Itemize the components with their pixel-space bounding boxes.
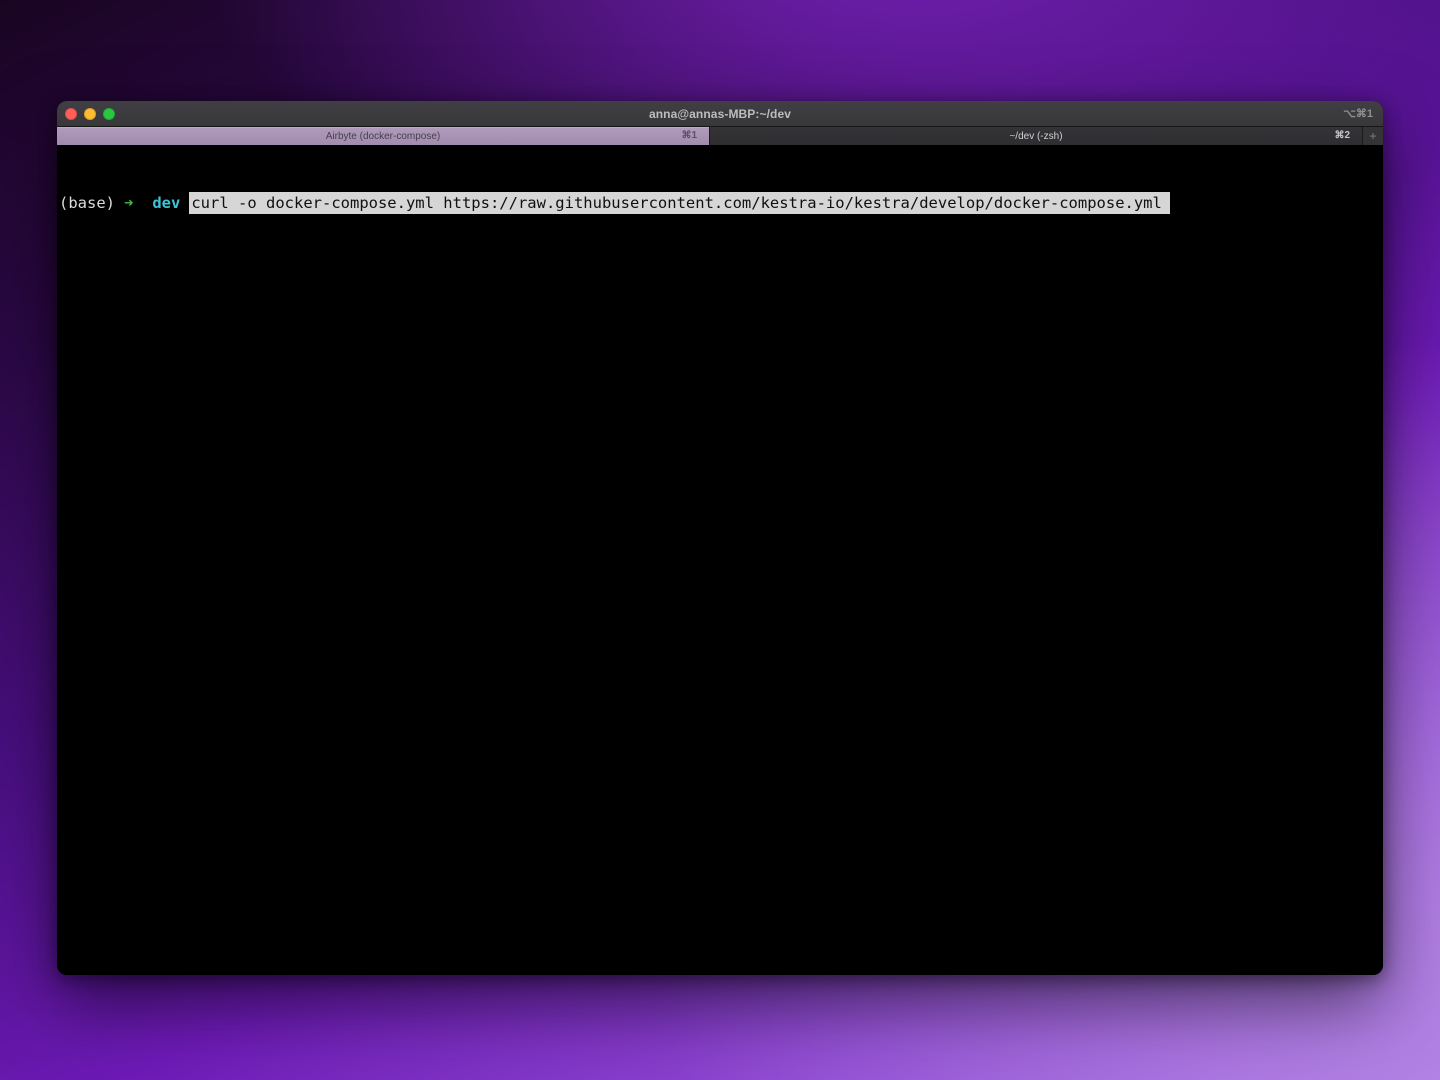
tab-airbyte-docker-compose[interactable]: Airbyte (docker-compose) ⌘1 xyxy=(57,127,710,145)
window-titlebar[interactable]: anna@annas-MBP:~/dev ⌥⌘1 xyxy=(57,101,1383,127)
new-tab-button[interactable]: + xyxy=(1363,127,1383,145)
tab-hotkey-label: ⌘2 xyxy=(1334,127,1350,145)
desktop: { "window": { "title": "anna@annas-MBP:~… xyxy=(0,0,1440,1080)
prompt-conda-env: (base) xyxy=(59,194,115,212)
tab-dev-zsh[interactable]: ~/dev (-zsh) ⌘2 xyxy=(710,127,1363,145)
prompt-line: (base) ➜ dev curl -o docker-compose.yml htt… xyxy=(59,192,1381,214)
window-hotkey-label: ⌥⌘1 xyxy=(1343,101,1373,127)
window-title: anna@annas-MBP:~/dev xyxy=(57,101,1383,126)
prompt-cwd: dev xyxy=(152,194,180,212)
tab-label: Airbyte (docker-compose) xyxy=(326,131,440,142)
tab-bar: Airbyte (docker-compose) ⌘1 ~/dev (-zsh)… xyxy=(57,127,1383,145)
terminal-content[interactable]: (base) ➜ dev curl -o docker-compose.yml htt… xyxy=(57,145,1383,975)
tab-label: ~/dev (-zsh) xyxy=(1009,131,1062,142)
tab-hotkey-label: ⌘1 xyxy=(681,127,697,145)
prompt-arrow-icon: ➜ xyxy=(124,194,133,212)
terminal-window: anna@annas-MBP:~/dev ⌥⌘1 Airbyte (docker… xyxy=(57,101,1383,975)
command-text-selected[interactable]: curl -o docker-compose.yml https://raw.g… xyxy=(189,192,1170,214)
